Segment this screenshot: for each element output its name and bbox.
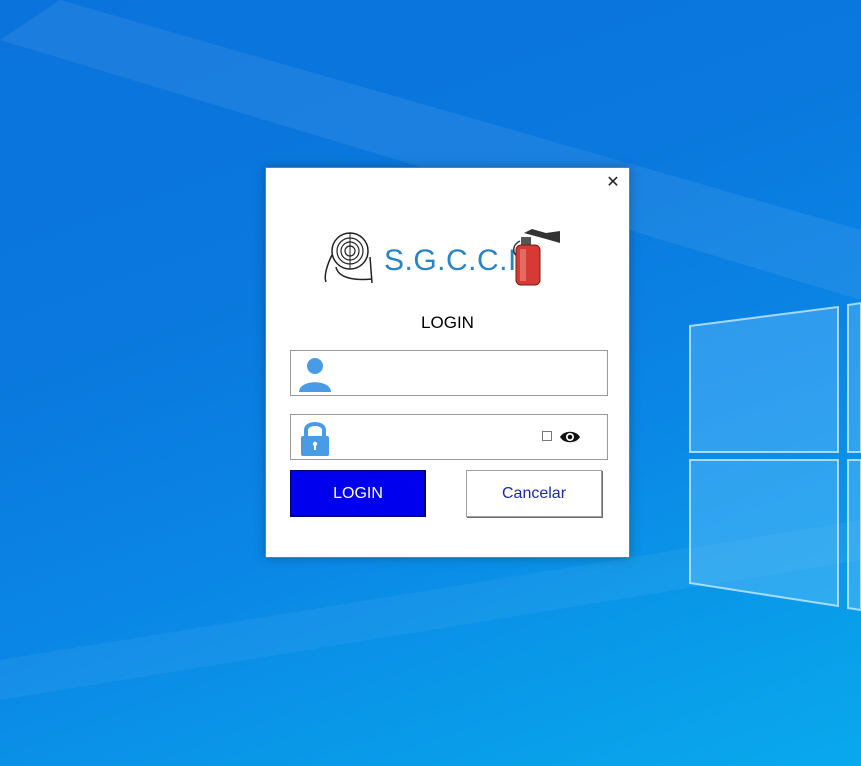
login-title: LOGIN [421, 313, 474, 332]
desktop-wallpaper: ✕ S.G.C.C.I LOGIN LOGIN Cancelar [0, 0, 861, 766]
fire-extinguisher-icon [513, 229, 560, 286]
login-dialog: ✕ S.G.C.C.I LOGIN LOGIN Cancelar [265, 167, 630, 558]
close-button[interactable]: ✕ [603, 173, 623, 193]
sgcci-logo: S.G.C.C.I [322, 227, 562, 287]
username-input[interactable] [341, 361, 535, 387]
show-password-checkbox[interactable] [542, 431, 552, 441]
eye-icon[interactable] [559, 429, 581, 445]
user-icon [299, 358, 331, 392]
username-field[interactable] [290, 350, 608, 396]
hose-reel-icon [324, 232, 373, 284]
close-icon: ✕ [606, 172, 620, 191]
login-button[interactable]: LOGIN [290, 470, 426, 517]
password-input[interactable] [341, 425, 535, 451]
cancel-button[interactable]: Cancelar [466, 470, 602, 517]
password-field[interactable] [290, 414, 608, 460]
lock-icon [301, 422, 329, 456]
logo-text: S.G.C.C.I [384, 244, 517, 277]
